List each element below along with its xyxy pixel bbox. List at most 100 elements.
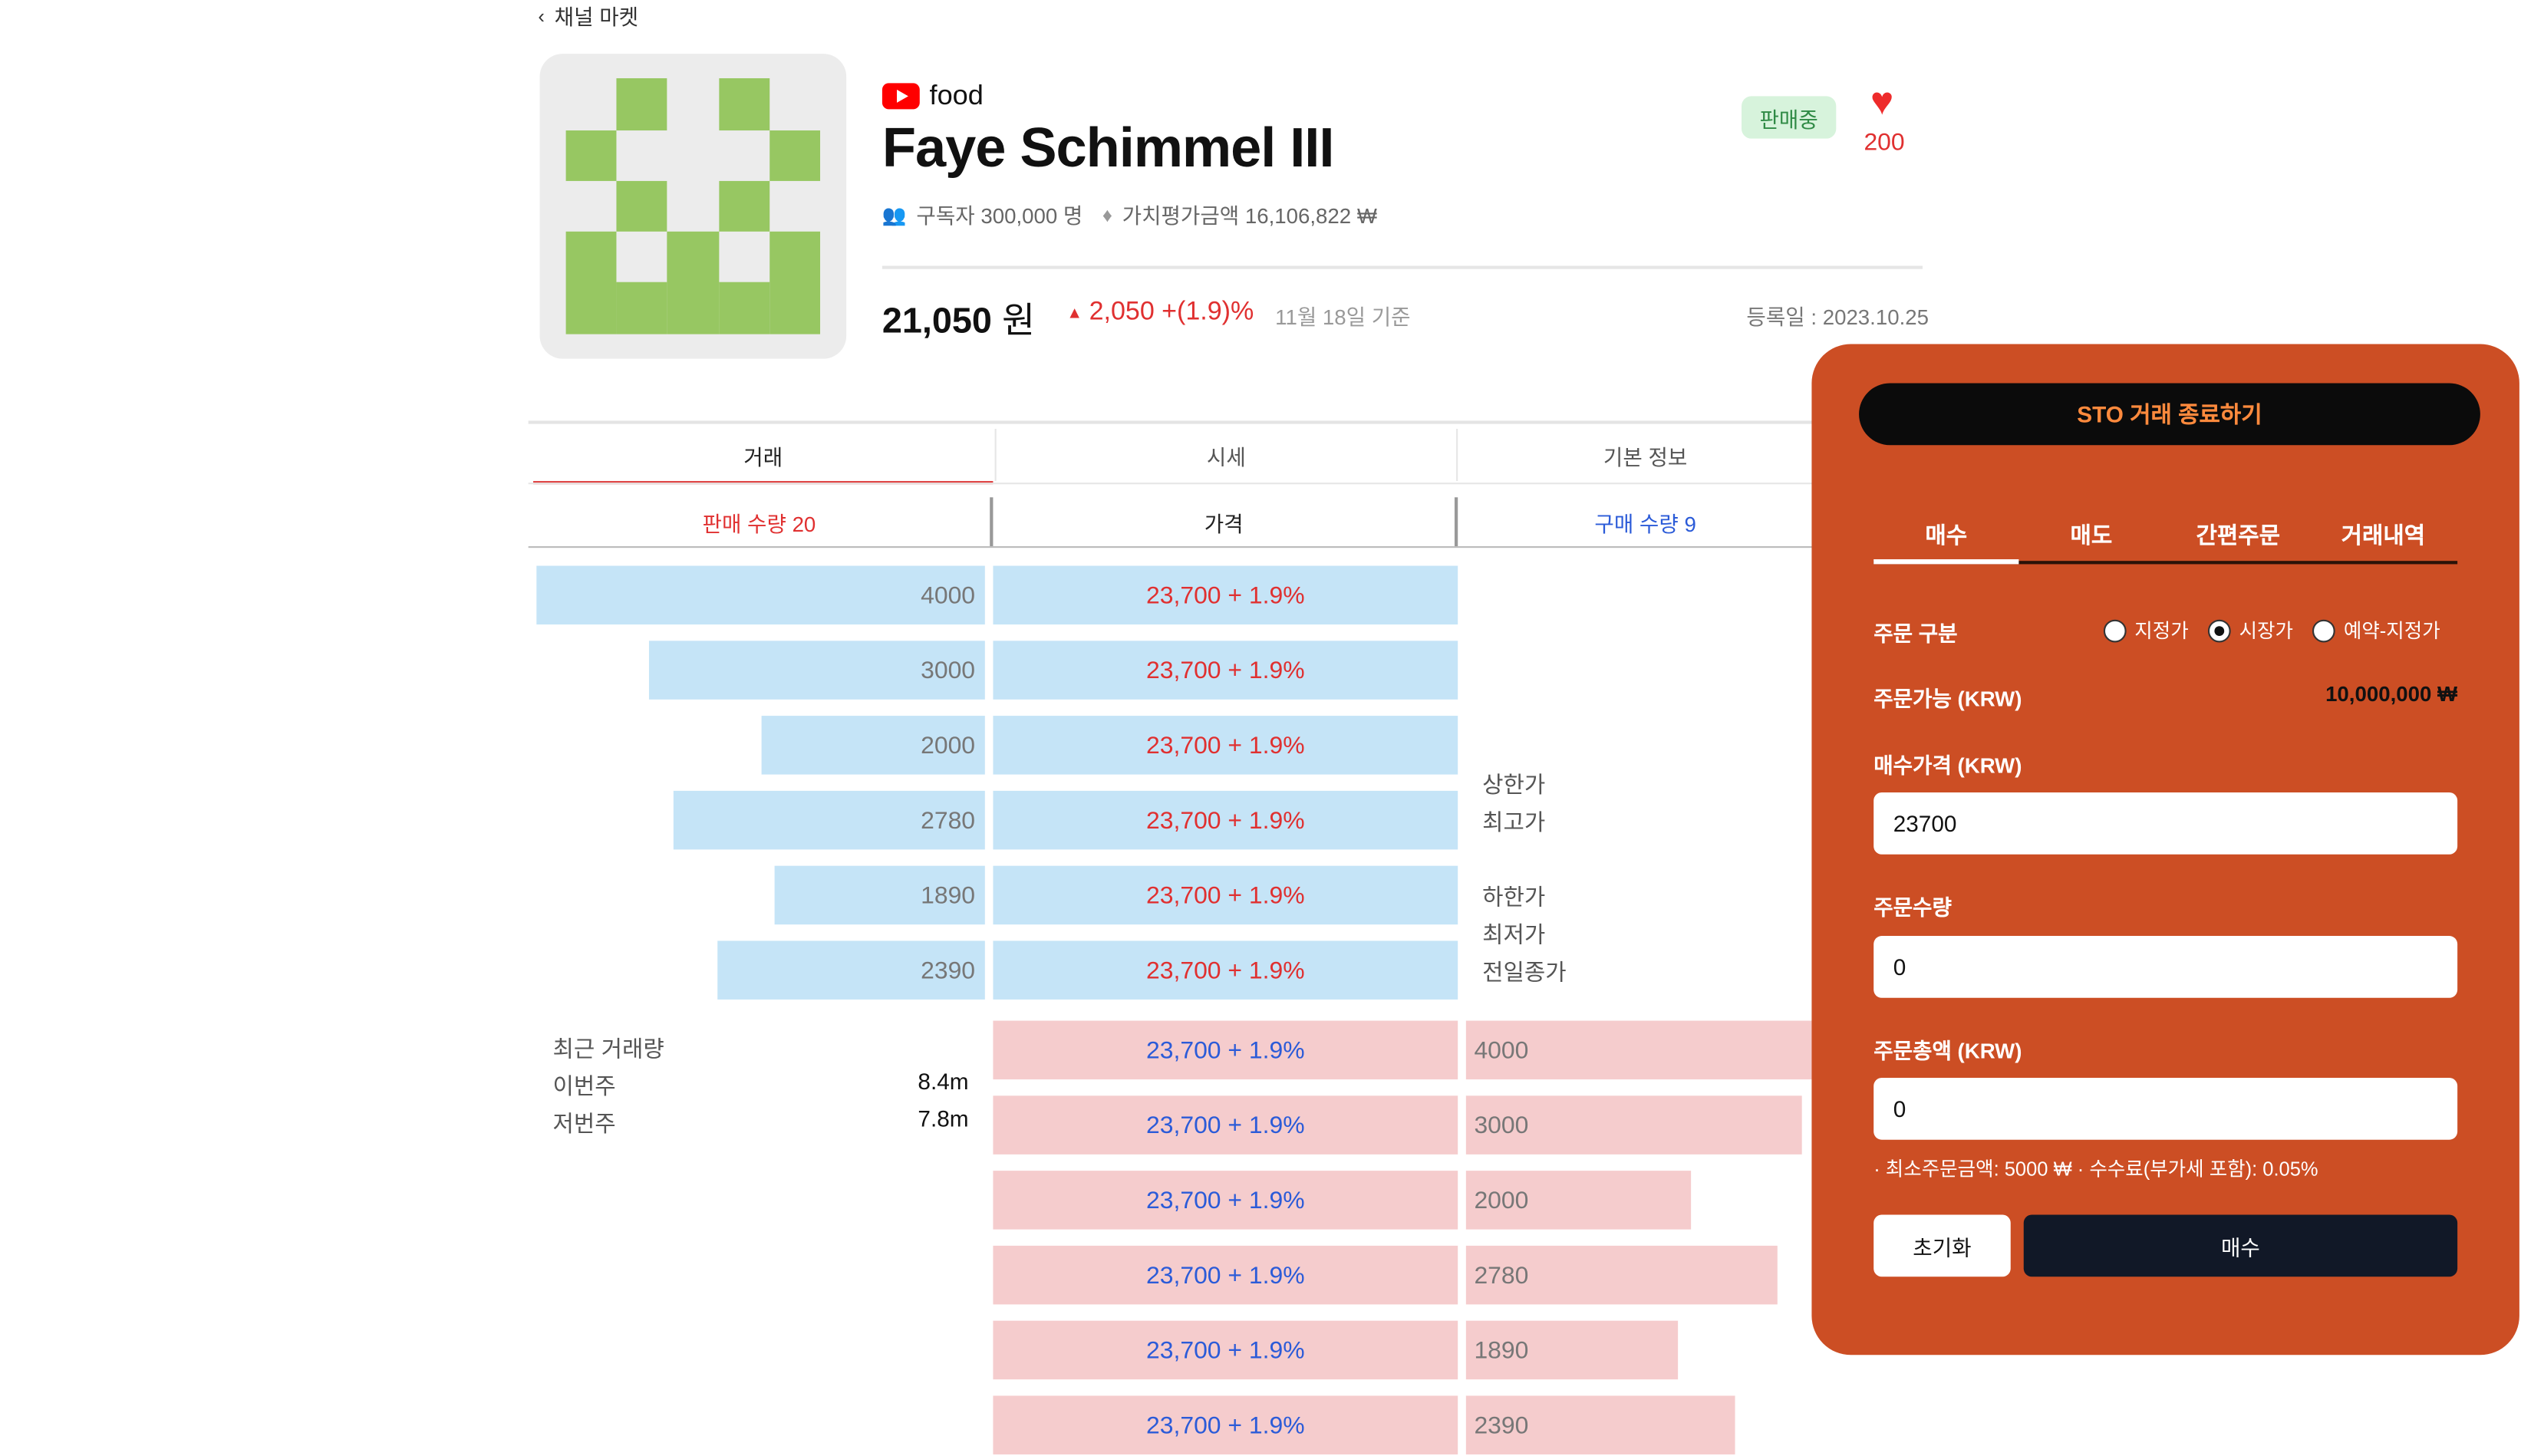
buy-price-label: 매수가격 (KRW) (1873, 753, 2022, 778)
tab-trade[interactable]: 거래 (533, 429, 994, 485)
order-note: · 최소주문금액: 5000 ₩ · 수수료(부가세 포함): 0.05% (1873, 1158, 2318, 1181)
people-icon: 👥 (882, 203, 907, 226)
registered-date: 등록일 : 2023.10.25 (1746, 305, 1929, 330)
back-label: 채널 마켓 (554, 5, 639, 30)
volume-title: 최근 거래량 (552, 1035, 664, 1062)
high-label: 최고가 (1482, 809, 1546, 835)
price-unit: 원 (1001, 300, 1035, 341)
triangle-up-icon: ▲ (1066, 304, 1083, 322)
back-link[interactable]: ‹ 채널 마켓 (538, 0, 638, 31)
this-week-label: 이번주 (552, 1072, 616, 1099)
price-value: 21,050 (882, 300, 992, 341)
radio-reserved-circle[interactable] (2312, 618, 2336, 642)
sell-price-cell[interactable]: 23,700 + 1.9% (993, 790, 1458, 850)
channel-name: Faye Schimmel III (882, 117, 1335, 180)
tab-market-price[interactable]: 시세 (994, 429, 1457, 482)
active-tab-indicator (1873, 559, 2019, 565)
sell-price-cell[interactable]: 23,700 + 1.9% (993, 641, 1458, 700)
buy-price-cell[interactable]: 23,700 + 1.9% (993, 1171, 1458, 1230)
order-type-label: 주문 구분 (1873, 621, 1958, 646)
tab-basic-info[interactable]: 기본 정보 (1456, 429, 1833, 482)
last-week-label: 저번주 (552, 1110, 616, 1137)
change-value: 2,050 +(1.9)% (1089, 298, 1254, 327)
sell-price-cell[interactable]: 23,700 + 1.9% (993, 565, 1458, 625)
last-week-value: 7.8m (918, 1105, 969, 1132)
valuation: 가치평가금액 16,106,822 ₩ (1122, 203, 1377, 229)
buy-price-cell[interactable]: 23,700 + 1.9% (993, 1020, 1458, 1080)
buy-qty-bar: 4000 (1465, 1020, 1812, 1080)
sell-qty-bar: 2000 (761, 716, 985, 775)
tabs-top-border (528, 420, 1834, 424)
available-label: 주문가능 (KRW) (1873, 686, 2022, 711)
category-label: food (929, 80, 984, 111)
this-week-value: 8.4m (918, 1068, 969, 1095)
sell-price-cell[interactable]: 23,700 + 1.9% (993, 716, 1458, 775)
price-change: ▲ 2,050 +(1.9)% (1066, 298, 1254, 328)
price-lows-info: 하한가 최저가 전일종가 (1482, 879, 1567, 992)
buy-button[interactable]: 매수 (2023, 1214, 2458, 1277)
radio-limit-circle[interactable] (2103, 618, 2127, 642)
total-input[interactable]: 0 (1873, 1077, 2458, 1140)
buy-quantity-header: 구매 수량 9 (1594, 511, 1696, 536)
chevron-left-icon: ‹ (538, 4, 545, 28)
buy-qty-bar: 2780 (1465, 1245, 1778, 1305)
quantity-input[interactable]: 0 (1873, 936, 2458, 998)
sell-price-cell[interactable]: 23,700 + 1.9% (993, 940, 1458, 1000)
low-label: 최저가 (1482, 921, 1546, 947)
order-tab-history[interactable]: 거래내역 (2311, 509, 2456, 561)
status-badge: 판매중 (1742, 96, 1837, 139)
radio-market-label: 시장가 (2239, 619, 2293, 643)
total-label: 주문총액 (KRW) (1873, 1038, 2022, 1063)
radio-reserved-label: 예약-지정가 (2343, 619, 2440, 643)
heart-icon[interactable]: ♥ (1870, 82, 1893, 122)
buy-price-cell[interactable]: 23,700 + 1.9% (993, 1095, 1458, 1155)
identicon-icon (565, 78, 821, 334)
order-tab-simple[interactable]: 간편주문 (2166, 509, 2311, 561)
recent-volume: 최근 거래량 이번주 저번주 (553, 1030, 664, 1143)
order-tab-sell[interactable]: 매도 (2018, 509, 2163, 561)
reset-button[interactable]: 초기화 (1873, 1214, 2011, 1277)
header-divider-line (528, 546, 1834, 548)
quantity-label: 주문수량 (1873, 894, 1952, 920)
sell-quantity-header: 판매 수량 20 (529, 497, 994, 547)
channel-stats: 👥 구독자 300,000 명 ♦ 가치평가금액 16,106,822 ₩ (882, 199, 1377, 229)
order-type-radios: 지정가 시장가 예약-지정가 (2103, 616, 2440, 644)
buy-price-cell[interactable]: 23,700 + 1.9% (993, 1320, 1458, 1380)
sell-qty-bar: 2390 (717, 940, 985, 1000)
header-divider (882, 265, 1923, 269)
radio-limit-label: 지정가 (2134, 619, 2189, 643)
channel-category: food (882, 80, 984, 113)
sell-qty-bar: 2780 (673, 790, 985, 850)
buy-price-cell[interactable]: 23,700 + 1.9% (993, 1245, 1458, 1305)
sell-qty-bar: 4000 (536, 565, 985, 625)
as-of-date: 11월 18일 기준 (1275, 305, 1411, 330)
radio-market-circle[interactable] (2208, 618, 2231, 642)
buy-qty-bar: 3000 (1465, 1095, 1802, 1155)
price-header: 가격 (993, 497, 1458, 547)
diamond-icon: ♦ (1102, 203, 1112, 226)
sell-price-cell[interactable]: 23,700 + 1.9% (993, 865, 1458, 925)
order-tab-buy[interactable]: 매수 (1873, 509, 2018, 561)
radio-reserved-limit[interactable]: 예약-지정가 (2312, 616, 2440, 644)
buy-price-cell[interactable]: 23,700 + 1.9% (993, 1395, 1458, 1454)
buy-price-input[interactable]: 23700 (1873, 792, 2458, 855)
current-price: 21,050 원 (882, 292, 1035, 344)
like-count: 200 (1864, 128, 1905, 157)
buy-qty-bar: 1890 (1465, 1320, 1679, 1380)
radio-limit[interactable]: 지정가 (2103, 616, 2189, 644)
price-limits-info: 상한가 최고가 (1482, 766, 1545, 842)
buy-qty-bar: 2000 (1465, 1171, 1692, 1230)
youtube-icon (882, 83, 920, 110)
prev-close-label: 전일종가 (1482, 958, 1567, 985)
channel-avatar (539, 54, 847, 359)
radio-market[interactable]: 시장가 (2208, 616, 2293, 644)
lower-limit-label: 하한가 (1482, 884, 1546, 911)
subscriber-count: 구독자 300,000 명 (916, 203, 1083, 229)
available-value: 10,000,000 ₩ (2325, 681, 2458, 707)
buy-qty-bar: 2390 (1465, 1395, 1735, 1454)
upper-limit-label: 상한가 (1482, 771, 1546, 798)
sell-qty-bar: 1890 (774, 865, 985, 925)
sell-qty-bar: 3000 (648, 641, 985, 700)
tabs-bottom-border (528, 483, 1834, 485)
end-sto-trade-button[interactable]: STO 거래 종료하기 (1859, 383, 2480, 446)
